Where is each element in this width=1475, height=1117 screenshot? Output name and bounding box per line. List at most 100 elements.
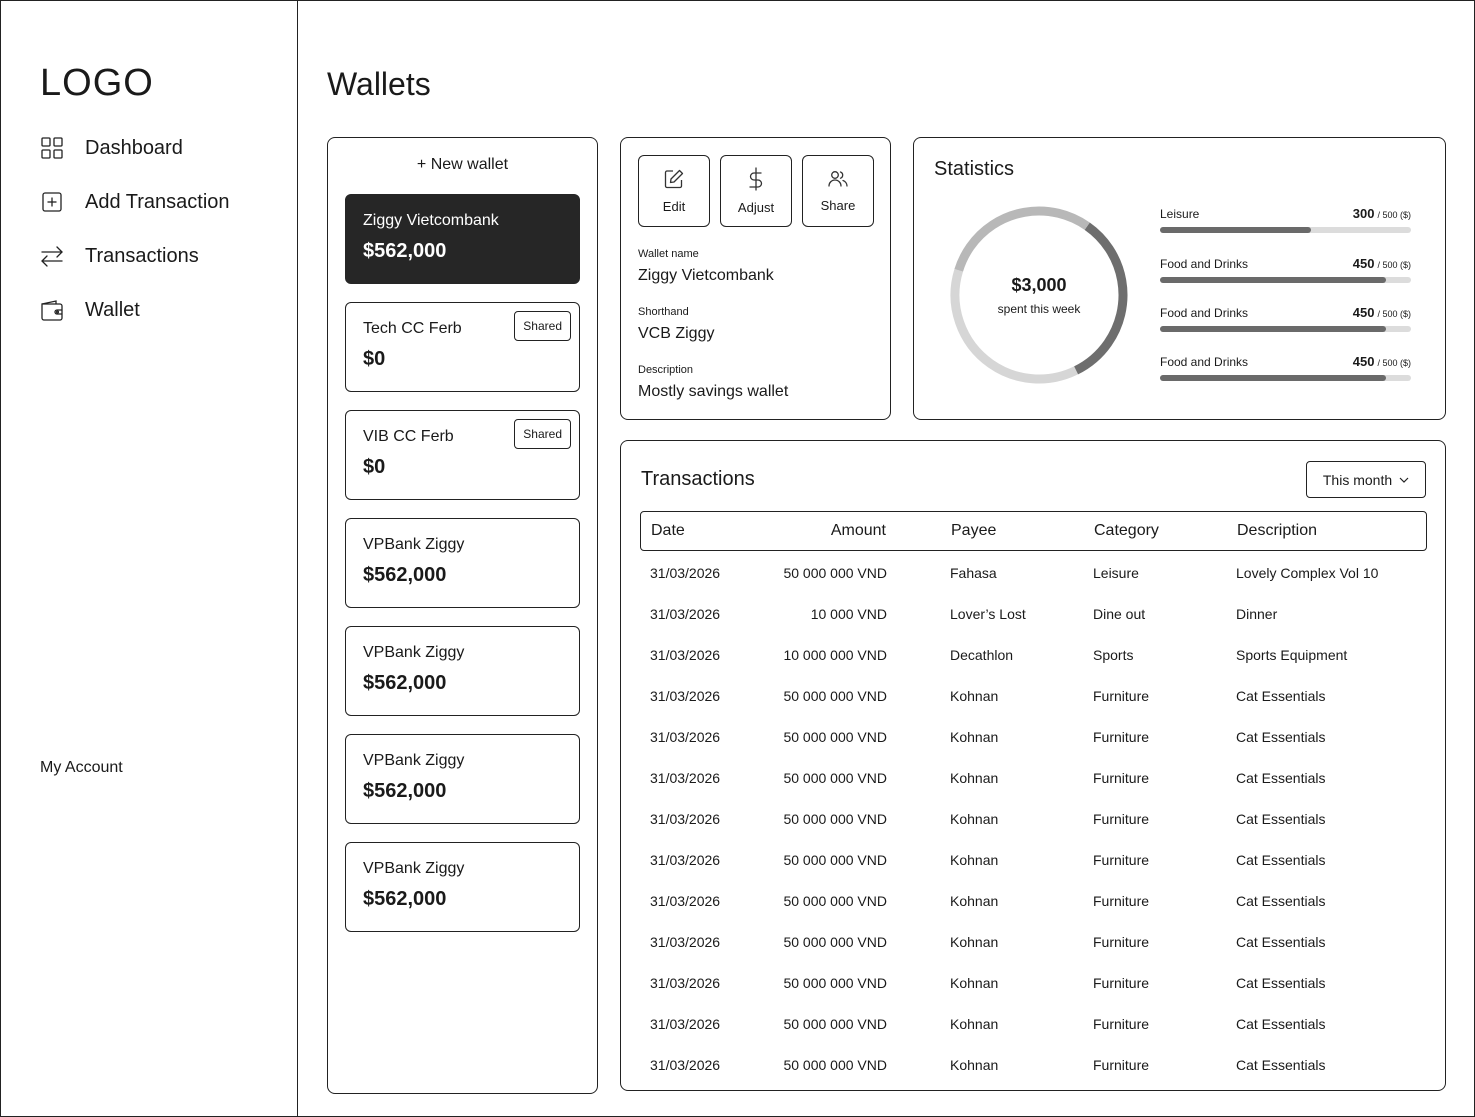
category-name: Food and Drinks	[1160, 306, 1249, 320]
progress-fill	[1160, 326, 1386, 332]
cell-payee: Kohnan	[950, 770, 999, 786]
progress-track	[1160, 227, 1411, 233]
wallet-name: VPBank Ziggy	[363, 752, 465, 769]
wallet-card[interactable]: Ziggy Vietcombank $562,000	[345, 194, 580, 284]
cell-payee: Fahasa	[950, 565, 997, 581]
progress-track	[1160, 326, 1411, 332]
wallet-card[interactable]: VPBank Ziggy $562,000	[345, 842, 580, 932]
table-row[interactable]: 31/03/2026 10 000 000 VND Decathlon Sports S…	[640, 635, 1427, 676]
wallet-name: Ziggy Vietcombank	[363, 212, 499, 229]
table-header: Date Amount Payee Category Description	[640, 511, 1427, 551]
nav-item-wallet[interactable]: Wallet	[40, 295, 140, 325]
shorthand-value: VCB Ziggy	[638, 325, 715, 342]
total-spent: $3,000	[1011, 274, 1067, 295]
table-row[interactable]: 31/03/2026 50 000 000 VND Fahasa Leisure Lov…	[640, 553, 1427, 594]
nav-label: Transactions	[85, 244, 199, 267]
wallet-card[interactable]: VIB CC Ferb $0 Shared	[345, 410, 580, 500]
table-row[interactable]: 31/03/2026 50 000 000 VND Kohnan Furniture C…	[640, 799, 1427, 840]
nav-item-transactions[interactable]: Transactions	[40, 241, 199, 271]
cell-payee: Kohnan	[950, 729, 999, 745]
cell-payee: Kohnan	[950, 852, 999, 868]
table-row[interactable]: 31/03/2026 50 000 000 VND Kohnan Furniture C…	[640, 676, 1427, 717]
description-label: Description	[638, 364, 694, 376]
share-button[interactable]: Share	[802, 155, 874, 227]
table-row[interactable]: 31/03/2026 50 000 000 VND Kohnan Furniture C…	[640, 1004, 1427, 1045]
nav-label: Dashboard	[85, 136, 183, 159]
cell-category: Furniture	[1093, 811, 1150, 827]
cell-amount: 50 000 000 VND	[783, 1016, 887, 1032]
category-max: / 500 ($)	[1377, 358, 1411, 368]
adjust-button[interactable]: Adjust	[720, 155, 792, 227]
grid-icon	[40, 136, 64, 160]
wallet-amount: $562,000	[363, 240, 447, 262]
category-value: 300	[1352, 206, 1375, 221]
cell-amount: 50 000 000 VND	[783, 811, 887, 827]
cell-payee: Lover’s Lost	[950, 606, 1026, 622]
wallet-list-panel: + New wallet Ziggy Vietcombank $562,000 …	[327, 137, 598, 1094]
wallet-amount: $562,000	[363, 564, 447, 586]
cell-payee: Kohnan	[950, 1016, 999, 1032]
shared-badge: Shared	[514, 311, 571, 341]
my-account-link[interactable]: My Account	[40, 759, 123, 777]
cell-amount: 50 000 000 VND	[783, 729, 887, 745]
cell-amount: 50 000 000 VND	[783, 688, 887, 704]
cell-description: Cat Essentials	[1236, 934, 1326, 950]
category-name: Leisure	[1160, 207, 1200, 221]
statistics-panel: Statistics $3,000 spent this week Leisur…	[913, 137, 1446, 420]
cell-description: Sports Equipment	[1236, 647, 1348, 663]
cell-category: Furniture	[1093, 770, 1150, 786]
cell-category: Furniture	[1093, 1057, 1150, 1073]
cell-amount: 50 000 000 VND	[783, 565, 887, 581]
nav-item-dashboard[interactable]: Dashboard	[40, 133, 183, 163]
cell-payee: Kohnan	[950, 1057, 999, 1073]
category-value: 450	[1352, 305, 1375, 320]
cell-date: 31/03/2026	[650, 934, 721, 950]
cell-description: Cat Essentials	[1236, 688, 1326, 704]
table-row[interactable]: 31/03/2026 50 000 000 VND Kohnan Furniture C…	[640, 758, 1427, 799]
table-row[interactable]: 31/03/2026 50 000 000 VND Kohnan Furniture C…	[640, 922, 1427, 963]
cell-payee: Kohnan	[950, 934, 999, 950]
sidebar: LOGO Dashboard Add Transaction Transacti…	[0, 0, 298, 1117]
wallet-card[interactable]: VPBank Ziggy $562,000	[345, 518, 580, 608]
wallet-card[interactable]: Tech CC Ferb $0 Shared	[345, 302, 580, 392]
dollar-icon	[745, 167, 767, 196]
table-row[interactable]: 31/03/2026 50 000 000 VND Kohnan Furniture C…	[640, 717, 1427, 758]
statistics-title: Statistics	[934, 158, 1015, 180]
cell-date: 31/03/2026	[650, 688, 721, 704]
cell-category: Furniture	[1093, 852, 1150, 868]
cell-amount: 50 000 000 VND	[783, 852, 887, 868]
action-label: Share	[820, 198, 856, 213]
category-max: / 500 ($)	[1377, 260, 1411, 270]
cell-payee: Kohnan	[950, 811, 999, 827]
cell-date: 31/03/2026	[650, 606, 721, 622]
cell-category: Furniture	[1093, 688, 1150, 704]
arrows-exchange-icon	[40, 244, 64, 268]
wallet-card[interactable]: VPBank Ziggy $562,000	[345, 734, 580, 824]
cell-category: Furniture	[1093, 729, 1150, 745]
period-filter-dropdown[interactable]: This month	[1306, 461, 1426, 498]
table-row[interactable]: 31/03/2026 50 000 000 VND Kohnan Furniture C…	[640, 963, 1427, 1004]
action-label: Edit	[662, 199, 686, 214]
cell-amount: 50 000 000 VND	[783, 934, 887, 950]
nav-item-add-transaction[interactable]: Add Transaction	[40, 187, 230, 217]
action-label: Adjust	[737, 200, 775, 215]
edit-button[interactable]: Edit	[638, 155, 710, 227]
cell-description: Cat Essentials	[1236, 893, 1326, 909]
table-row[interactable]: 31/03/2026 50 000 000 VND Kohnan Furniture C…	[640, 881, 1427, 922]
new-wallet-button[interactable]: + New wallet	[328, 156, 597, 174]
table-row[interactable]: 31/03/2026 50 000 000 VND Kohnan Furniture C…	[640, 840, 1427, 881]
nav-label: Wallet	[85, 298, 140, 321]
wallet-card[interactable]: VPBank Ziggy $562,000	[345, 626, 580, 716]
cell-amount: 10 000 000 VND	[783, 647, 887, 663]
wallet-name-value: Ziggy Vietcombank	[638, 267, 774, 284]
table-row[interactable]: 31/03/2026 10 000 VND Lover’s Lost Dine out…	[640, 594, 1427, 635]
category-name: Food and Drinks	[1160, 355, 1249, 369]
cell-date: 31/03/2026	[650, 770, 721, 786]
wallet-name: VPBank Ziggy	[363, 536, 465, 553]
wallet-name: VPBank Ziggy	[363, 644, 465, 661]
cell-date: 31/03/2026	[650, 811, 721, 827]
category-value: 450	[1352, 256, 1375, 271]
table-row[interactable]: 31/03/2026 50 000 000 VND Kohnan Furniture C…	[640, 1045, 1427, 1086]
cell-payee: Kohnan	[950, 893, 999, 909]
shorthand-label: Shorthand	[638, 306, 689, 318]
